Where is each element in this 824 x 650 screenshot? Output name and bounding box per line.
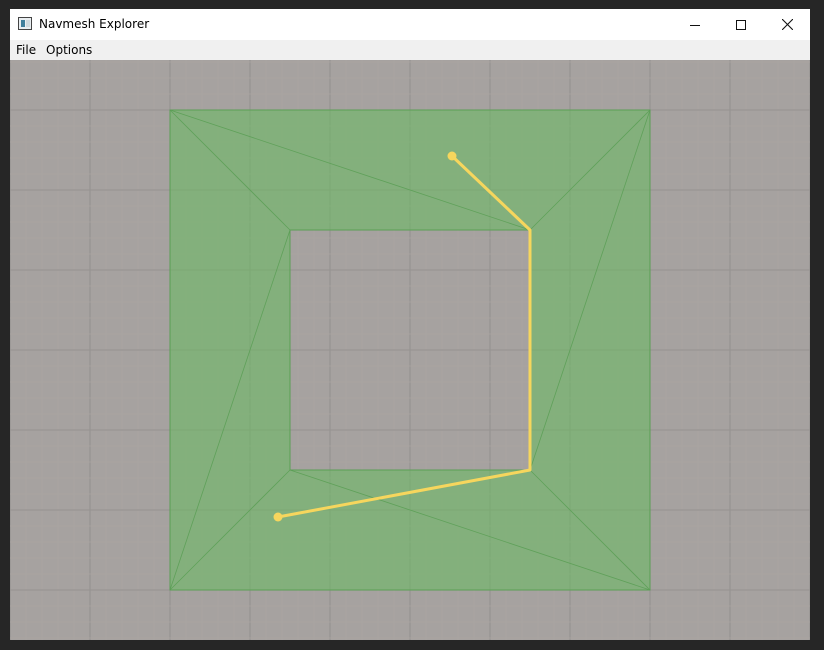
menu-file[interactable]: File [16,40,36,60]
window-title: Navmesh Explorer [39,17,150,31]
maximize-button[interactable] [718,9,764,40]
close-icon [781,19,793,30]
path-end-point[interactable] [273,512,283,522]
app-window: Navmesh Explorer File Options [10,9,810,640]
maximize-icon [736,19,746,30]
navmesh-canvas[interactable] [10,60,810,640]
menu-bar: File Options [10,40,810,60]
app-icon [18,17,32,30]
close-button[interactable] [764,9,810,40]
menu-options[interactable]: Options [46,40,92,60]
title-bar[interactable]: Navmesh Explorer [10,9,810,40]
minimize-button[interactable] [672,9,718,40]
path-start-point[interactable] [447,151,457,161]
minimize-icon [690,24,700,26]
